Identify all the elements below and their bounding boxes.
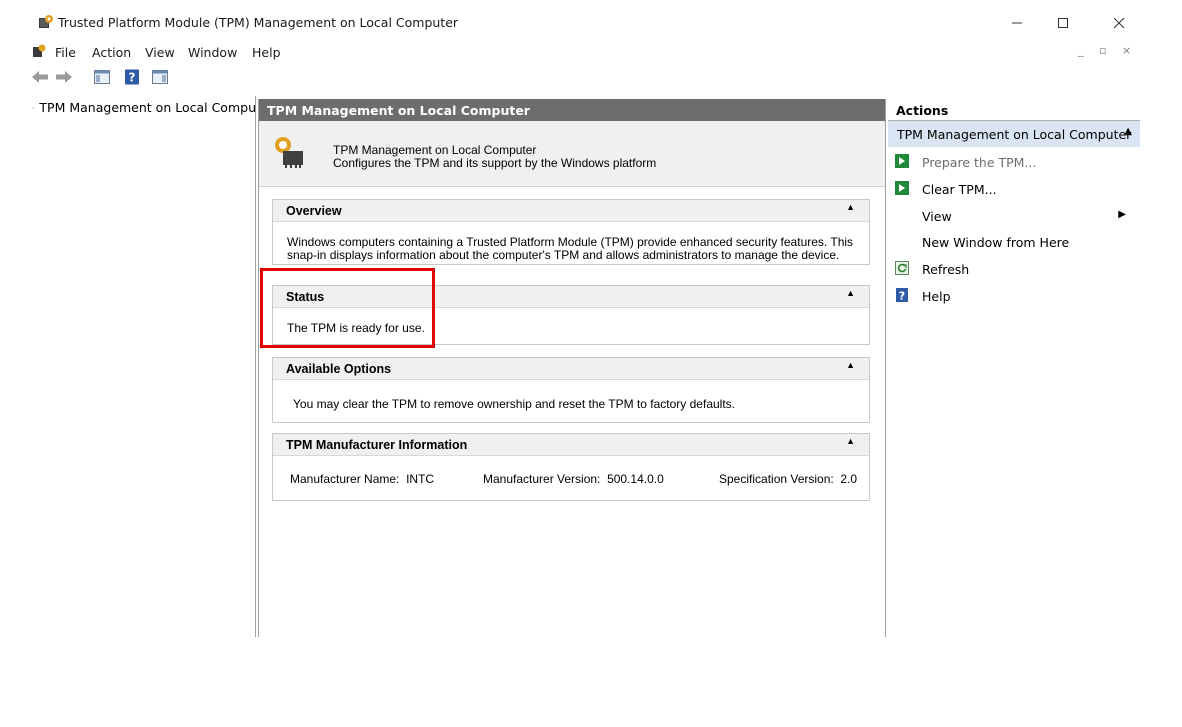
action-label: Clear TPM...: [922, 182, 997, 197]
actions-section-title: TPM Management on Local Computer: [897, 127, 1132, 142]
overview-panel: Overview ▲ Windows computers containing …: [272, 199, 870, 265]
show-hide-action-pane-icon: [152, 70, 168, 84]
action-help[interactable]: ? Help: [888, 283, 1140, 309]
forward-arrow-icon: [56, 71, 72, 83]
menu-view[interactable]: View: [145, 45, 175, 60]
help-button[interactable]: ?: [122, 67, 142, 87]
actions-header: Actions: [888, 99, 1140, 121]
maximize-icon: [1058, 18, 1068, 28]
options-panel: Available Options ▲ You may clear the TP…: [272, 357, 870, 423]
snapin-title: TPM Management on Local Computer: [333, 143, 537, 157]
svg-text:?: ?: [899, 290, 905, 303]
back-button[interactable]: [30, 67, 50, 87]
collapse-icon[interactable]: ▲: [1124, 126, 1132, 137]
manufacturer-panel: TPM Manufacturer Information ▲ Manufactu…: [272, 433, 870, 501]
manufacturer-title: TPM Manufacturer Information: [286, 438, 468, 452]
manufacturer-version: Manufacturer Version: 500.14.0.0: [483, 472, 664, 486]
tpm-key-icon: [32, 106, 35, 109]
manufacturer-name: Manufacturer Name: INTC: [290, 472, 434, 486]
close-button[interactable]: [1096, 8, 1142, 38]
minimize-button[interactable]: [994, 8, 1040, 38]
help-icon: ?: [896, 288, 908, 303]
actions-section-header[interactable]: TPM Management on Local Computer ▲: [888, 121, 1140, 147]
collapse-icon[interactable]: ▲: [846, 436, 855, 446]
collapse-icon[interactable]: ▲: [846, 360, 855, 370]
manufacturer-header[interactable]: TPM Manufacturer Information ▲: [273, 434, 869, 456]
submenu-arrow-icon: ▶: [1118, 209, 1126, 220]
collapse-icon[interactable]: ▲: [846, 288, 855, 298]
show-hide-console-tree-button[interactable]: [92, 67, 112, 87]
forward-button[interactable]: [54, 67, 74, 87]
menu-action[interactable]: Action: [92, 45, 131, 60]
options-text: You may clear the TPM to remove ownershi…: [293, 397, 735, 411]
action-label: View: [922, 209, 952, 224]
tpm-chip-icon: [275, 137, 303, 168]
action-refresh[interactable]: Refresh: [888, 256, 1140, 282]
action-prepare-tpm[interactable]: Prepare the TPM...: [888, 149, 1140, 175]
action-label: Prepare the TPM...: [922, 155, 1037, 170]
specification-version-value: 2.0: [840, 472, 858, 486]
show-hide-action-pane-button[interactable]: [150, 67, 170, 87]
snapin-description: Configures the TPM and its support by th…: [333, 156, 657, 170]
console-tree: TPM Management on Local Compu: [0, 96, 256, 637]
refresh-icon: [895, 261, 909, 275]
maximize-button[interactable]: [1040, 8, 1086, 38]
tpm-app-icon: [39, 15, 53, 28]
close-icon: [1113, 17, 1125, 29]
mdi-window-controls[interactable]: _ ▫ ×: [1078, 44, 1137, 57]
console-icon[interactable]: [32, 44, 46, 58]
specification-version-label: Specification Version:: [719, 472, 834, 486]
overview-header[interactable]: Overview ▲: [273, 200, 869, 222]
options-title: Available Options: [286, 362, 392, 376]
action-label: New Window from Here: [922, 235, 1070, 250]
back-arrow-icon: [32, 71, 48, 83]
show-hide-console-tree-icon: [94, 70, 110, 84]
action-view[interactable]: View ▶: [888, 203, 1140, 229]
toolbar: ?: [0, 64, 1182, 90]
overview-text-line1: Windows computers containing a Trusted P…: [287, 235, 854, 249]
menu-file[interactable]: File: [55, 45, 76, 60]
options-header[interactable]: Available Options ▲: [273, 358, 869, 380]
tree-item-label: TPM Management on Local Compu: [39, 100, 256, 115]
collapse-icon[interactable]: ▲: [846, 202, 855, 212]
action-new-window[interactable]: New Window from Here: [888, 229, 1140, 255]
action-label: Help: [922, 289, 951, 304]
overview-text-line2: snap-in displays information about the c…: [287, 248, 840, 262]
specification-version: Specification Version: 2.0: [719, 472, 857, 486]
action-label: Refresh: [922, 262, 970, 277]
overview-title: Overview: [286, 204, 342, 218]
menu-bar: File Action View Window Help _ ▫ ×: [0, 42, 1140, 62]
title-bar: Trusted Platform Module (TPM) Management…: [0, 0, 1182, 44]
tree-item-tpm-management[interactable]: TPM Management on Local Compu: [32, 100, 256, 115]
green-arrow-icon: [895, 154, 909, 168]
manufacturer-version-label: Manufacturer Version:: [483, 472, 601, 486]
action-clear-tpm[interactable]: Clear TPM...: [888, 176, 1140, 202]
snapin-header: TPM Management on Local Computer Configu…: [259, 121, 885, 187]
help-icon: ?: [125, 69, 139, 85]
menu-window[interactable]: Window: [188, 45, 237, 60]
center-pane: TPM Management on Local Computer TPM Man…: [258, 99, 886, 637]
actions-pane: Actions TPM Management on Local Computer…: [888, 99, 1140, 637]
manufacturer-name-value: INTC: [406, 472, 435, 486]
minimize-icon: [1012, 22, 1022, 24]
svg-text:?: ?: [129, 71, 136, 85]
status-highlight-box: [260, 268, 435, 348]
center-pane-header: TPM Management on Local Computer: [259, 99, 885, 121]
manufacturer-version-value: 500.14.0.0: [607, 472, 664, 486]
menu-help[interactable]: Help: [252, 45, 281, 60]
window-title: Trusted Platform Module (TPM) Management…: [58, 15, 459, 30]
green-arrow-icon: [895, 181, 909, 195]
manufacturer-name-label: Manufacturer Name:: [290, 472, 400, 486]
